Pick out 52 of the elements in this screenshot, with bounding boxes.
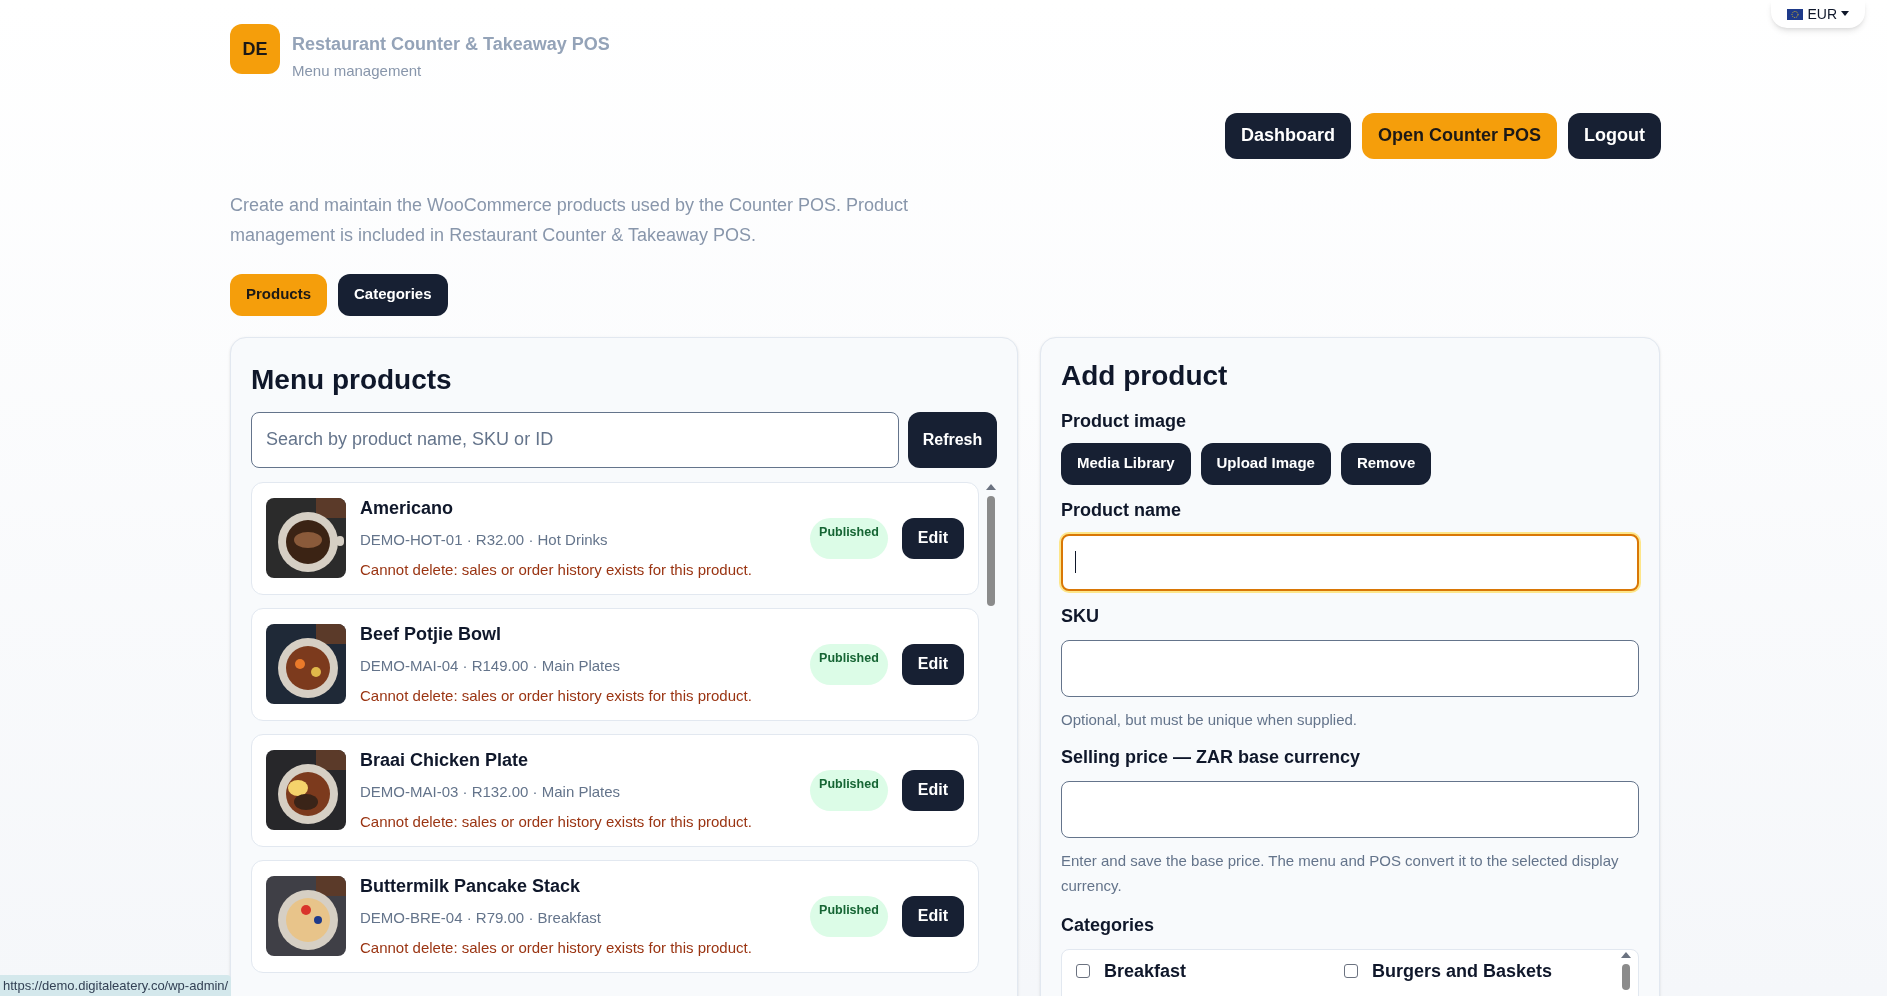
status-badge: Published [810, 895, 888, 937]
brand-badge: DE [230, 24, 280, 74]
field-label: Product name [1061, 498, 1183, 522]
product-meta: DEMO-MAI-03 · R132.00 · Main Plates [360, 782, 622, 802]
image-button[interactable]: Media Library [1061, 442, 1191, 485]
app-title: Restaurant Counter & Takeaway POS [292, 33, 610, 56]
field-label: Selling price — ZAR base currency [1061, 745, 1362, 769]
flag-icon [1787, 8, 1804, 20]
refresh-button[interactable]: Refresh [908, 411, 997, 468]
image-button[interactable]: Remove [1340, 442, 1432, 485]
text-field[interactable] [1061, 639, 1639, 697]
tab[interactable]: Products [230, 273, 327, 316]
status-badge: Published [810, 769, 888, 811]
product-name: Americano [360, 497, 455, 520]
page-subtitle: Menu management [292, 61, 423, 81]
field-label: SKU [1061, 604, 1100, 628]
currency-selector[interactable]: EUR [1771, 0, 1865, 28]
nav-button[interactable]: Logout [1568, 112, 1661, 159]
product-name: Buttermilk Pancake Stack [360, 875, 582, 898]
product-name: Beef Potjie Bowl [360, 623, 503, 646]
field-label: Product image [1061, 409, 1188, 433]
status-url: https://demo.digitaleatery.co/wp-admin/ [0, 974, 232, 996]
card-title: Menu products [251, 363, 453, 396]
product-meta: DEMO-HOT-01 · R32.00 · Hot Drinks [360, 530, 609, 550]
field-label: Categories [1061, 913, 1156, 937]
text-field[interactable] [1061, 533, 1639, 591]
status-badge: Published [810, 643, 888, 685]
edit-button[interactable]: Edit [901, 769, 964, 811]
edit-button[interactable]: Edit [901, 895, 964, 937]
field-hint: Enter and save the base price. The menu and POS convert it to the selected display currency. [1061, 850, 1620, 896]
product-name: Braai Chicken Plate [360, 749, 530, 772]
status-badge: Published [810, 517, 888, 559]
caret-icon [1841, 11, 1849, 17]
search-field[interactable]: Search by product name, SKU or ID [251, 411, 899, 468]
field-hint: Optional, but must be unique when supplied. [1061, 709, 1359, 730]
delete-warning: Cannot delete: sales or order history exists for this product. [360, 937, 753, 958]
category-checkbox[interactable]: Breakfast [1076, 957, 1344, 985]
category-checkbox[interactable]: Burgers and Baskets [1344, 957, 1612, 985]
tab[interactable]: Categories [338, 273, 448, 316]
edit-button[interactable]: Edit [901, 643, 964, 685]
description-text: Create and maintain the WooCommerce products used by the Counter POS. Product management is included in Restaurant Counter & Takeaway POS. [230, 193, 909, 247]
card-title: Add product [1061, 359, 1229, 392]
product-meta: DEMO-BRE-04 · R79.00 · Breakfast [360, 908, 602, 928]
delete-warning: Cannot delete: sales or order history exists for this product. [360, 811, 753, 832]
nav-button[interactable]: Dashboard [1224, 112, 1351, 159]
nav-button[interactable]: Open Counter POS [1362, 112, 1557, 159]
edit-button[interactable]: Edit [901, 517, 964, 559]
product-meta: DEMO-MAI-04 · R149.00 · Main Plates [360, 656, 622, 676]
delete-warning: Cannot delete: sales or order history exists for this product. [360, 685, 753, 706]
image-button[interactable]: Upload Image [1200, 442, 1331, 485]
text-field[interactable] [1061, 780, 1639, 838]
delete-warning: Cannot delete: sales or order history exists for this product. [360, 559, 753, 580]
